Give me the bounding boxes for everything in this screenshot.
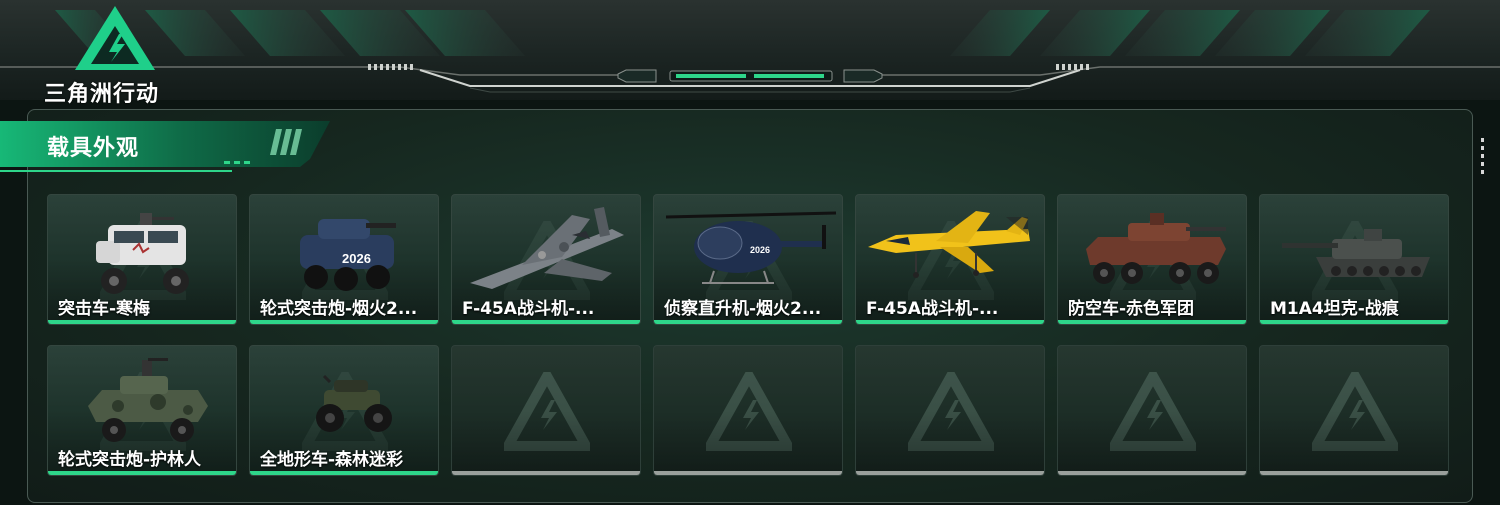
scout-helicopter-blue-icon: 2026 [665, 211, 837, 284]
card-underline [452, 471, 640, 475]
card-underline [452, 320, 640, 324]
vehicle-skin-card[interactable]: 2026 侦察直升机-烟火2... [653, 194, 843, 325]
vehicle-skin-card[interactable]: F-45A战斗机-... [451, 194, 641, 325]
vehicle-skin-label: 轮式突击炮-护林人 [58, 450, 202, 470]
panel-scroll-indicator[interactable] [1481, 138, 1485, 178]
vehicle-skin-label: 侦察直升机-烟火2... [664, 299, 822, 319]
svg-text:2026: 2026 [342, 251, 371, 266]
header-frame-lines [0, 64, 1500, 93]
card-underline [1260, 471, 1448, 475]
card-underline [250, 471, 438, 475]
vehicle-skin-label: F-45A战斗机-... [866, 299, 999, 319]
card-underline [48, 320, 236, 324]
vehicle-skin-card[interactable]: 突击车-寒梅 [47, 194, 237, 325]
empty-skin-slot[interactable] [451, 345, 641, 476]
fighter-jet-yellow-icon [868, 211, 1030, 278]
vehicle-skin-card[interactable]: M1A4坦克-战痕 [1259, 194, 1449, 325]
assault-vehicle-white-camo-icon [96, 213, 189, 294]
top-header: 三角洲行动 [0, 0, 1500, 107]
svg-text:2026: 2026 [750, 245, 770, 255]
card-underline [1058, 320, 1246, 324]
tank-gray-icon [1282, 229, 1430, 277]
fighter-jet-gray-camo-icon [470, 207, 624, 289]
section-title: 载具外观 [47, 136, 140, 161]
vehicle-skin-label: F-45A战斗机-... [462, 299, 595, 319]
card-underline [1058, 471, 1246, 475]
logo-text: 三角洲行动 [44, 82, 160, 107]
atv-forest-camo-icon [316, 374, 392, 432]
wheeled-assault-gun-green-camo-icon [88, 358, 208, 442]
card-underline [856, 320, 1044, 324]
anti-air-vehicle-red-icon [1086, 213, 1226, 284]
vehicle-skin-card[interactable]: 2026 轮式突击炮-烟火2... [249, 194, 439, 325]
card-underline [48, 471, 236, 475]
wheeled-assault-gun-blue-icon: 2026 [300, 219, 396, 291]
vehicle-skin-card[interactable]: 防空车-赤色军团 [1057, 194, 1247, 325]
vehicle-skin-card[interactable]: F-45A战斗机-... [855, 194, 1045, 325]
empty-skin-slot[interactable] [855, 345, 1045, 476]
vehicle-skin-label: M1A4坦克-战痕 [1270, 299, 1399, 319]
delta-triangle-icon [75, 6, 155, 70]
empty-skin-slot[interactable] [653, 345, 843, 476]
empty-skin-slot[interactable] [1057, 345, 1247, 476]
card-underline [856, 471, 1044, 475]
card-underline [654, 471, 842, 475]
vehicle-skin-card[interactable]: 全地形车-森林迷彩 [249, 345, 439, 476]
vehicle-skin-label: 轮式突击炮-烟火2... [260, 299, 418, 319]
vehicle-skin-label: 突击车-寒梅 [58, 299, 151, 319]
card-underline [654, 320, 842, 324]
game-logo: 三角洲行动 [40, 4, 190, 107]
vehicle-skin-label: 全地形车-森林迷彩 [260, 450, 404, 470]
card-underline [1260, 320, 1448, 324]
vehicle-skin-label: 防空车-赤色军团 [1068, 299, 1195, 319]
empty-skin-slot[interactable] [1259, 345, 1449, 476]
card-underline [250, 320, 438, 324]
vehicle-skin-card[interactable]: 轮式突击炮-护林人 [47, 345, 237, 476]
